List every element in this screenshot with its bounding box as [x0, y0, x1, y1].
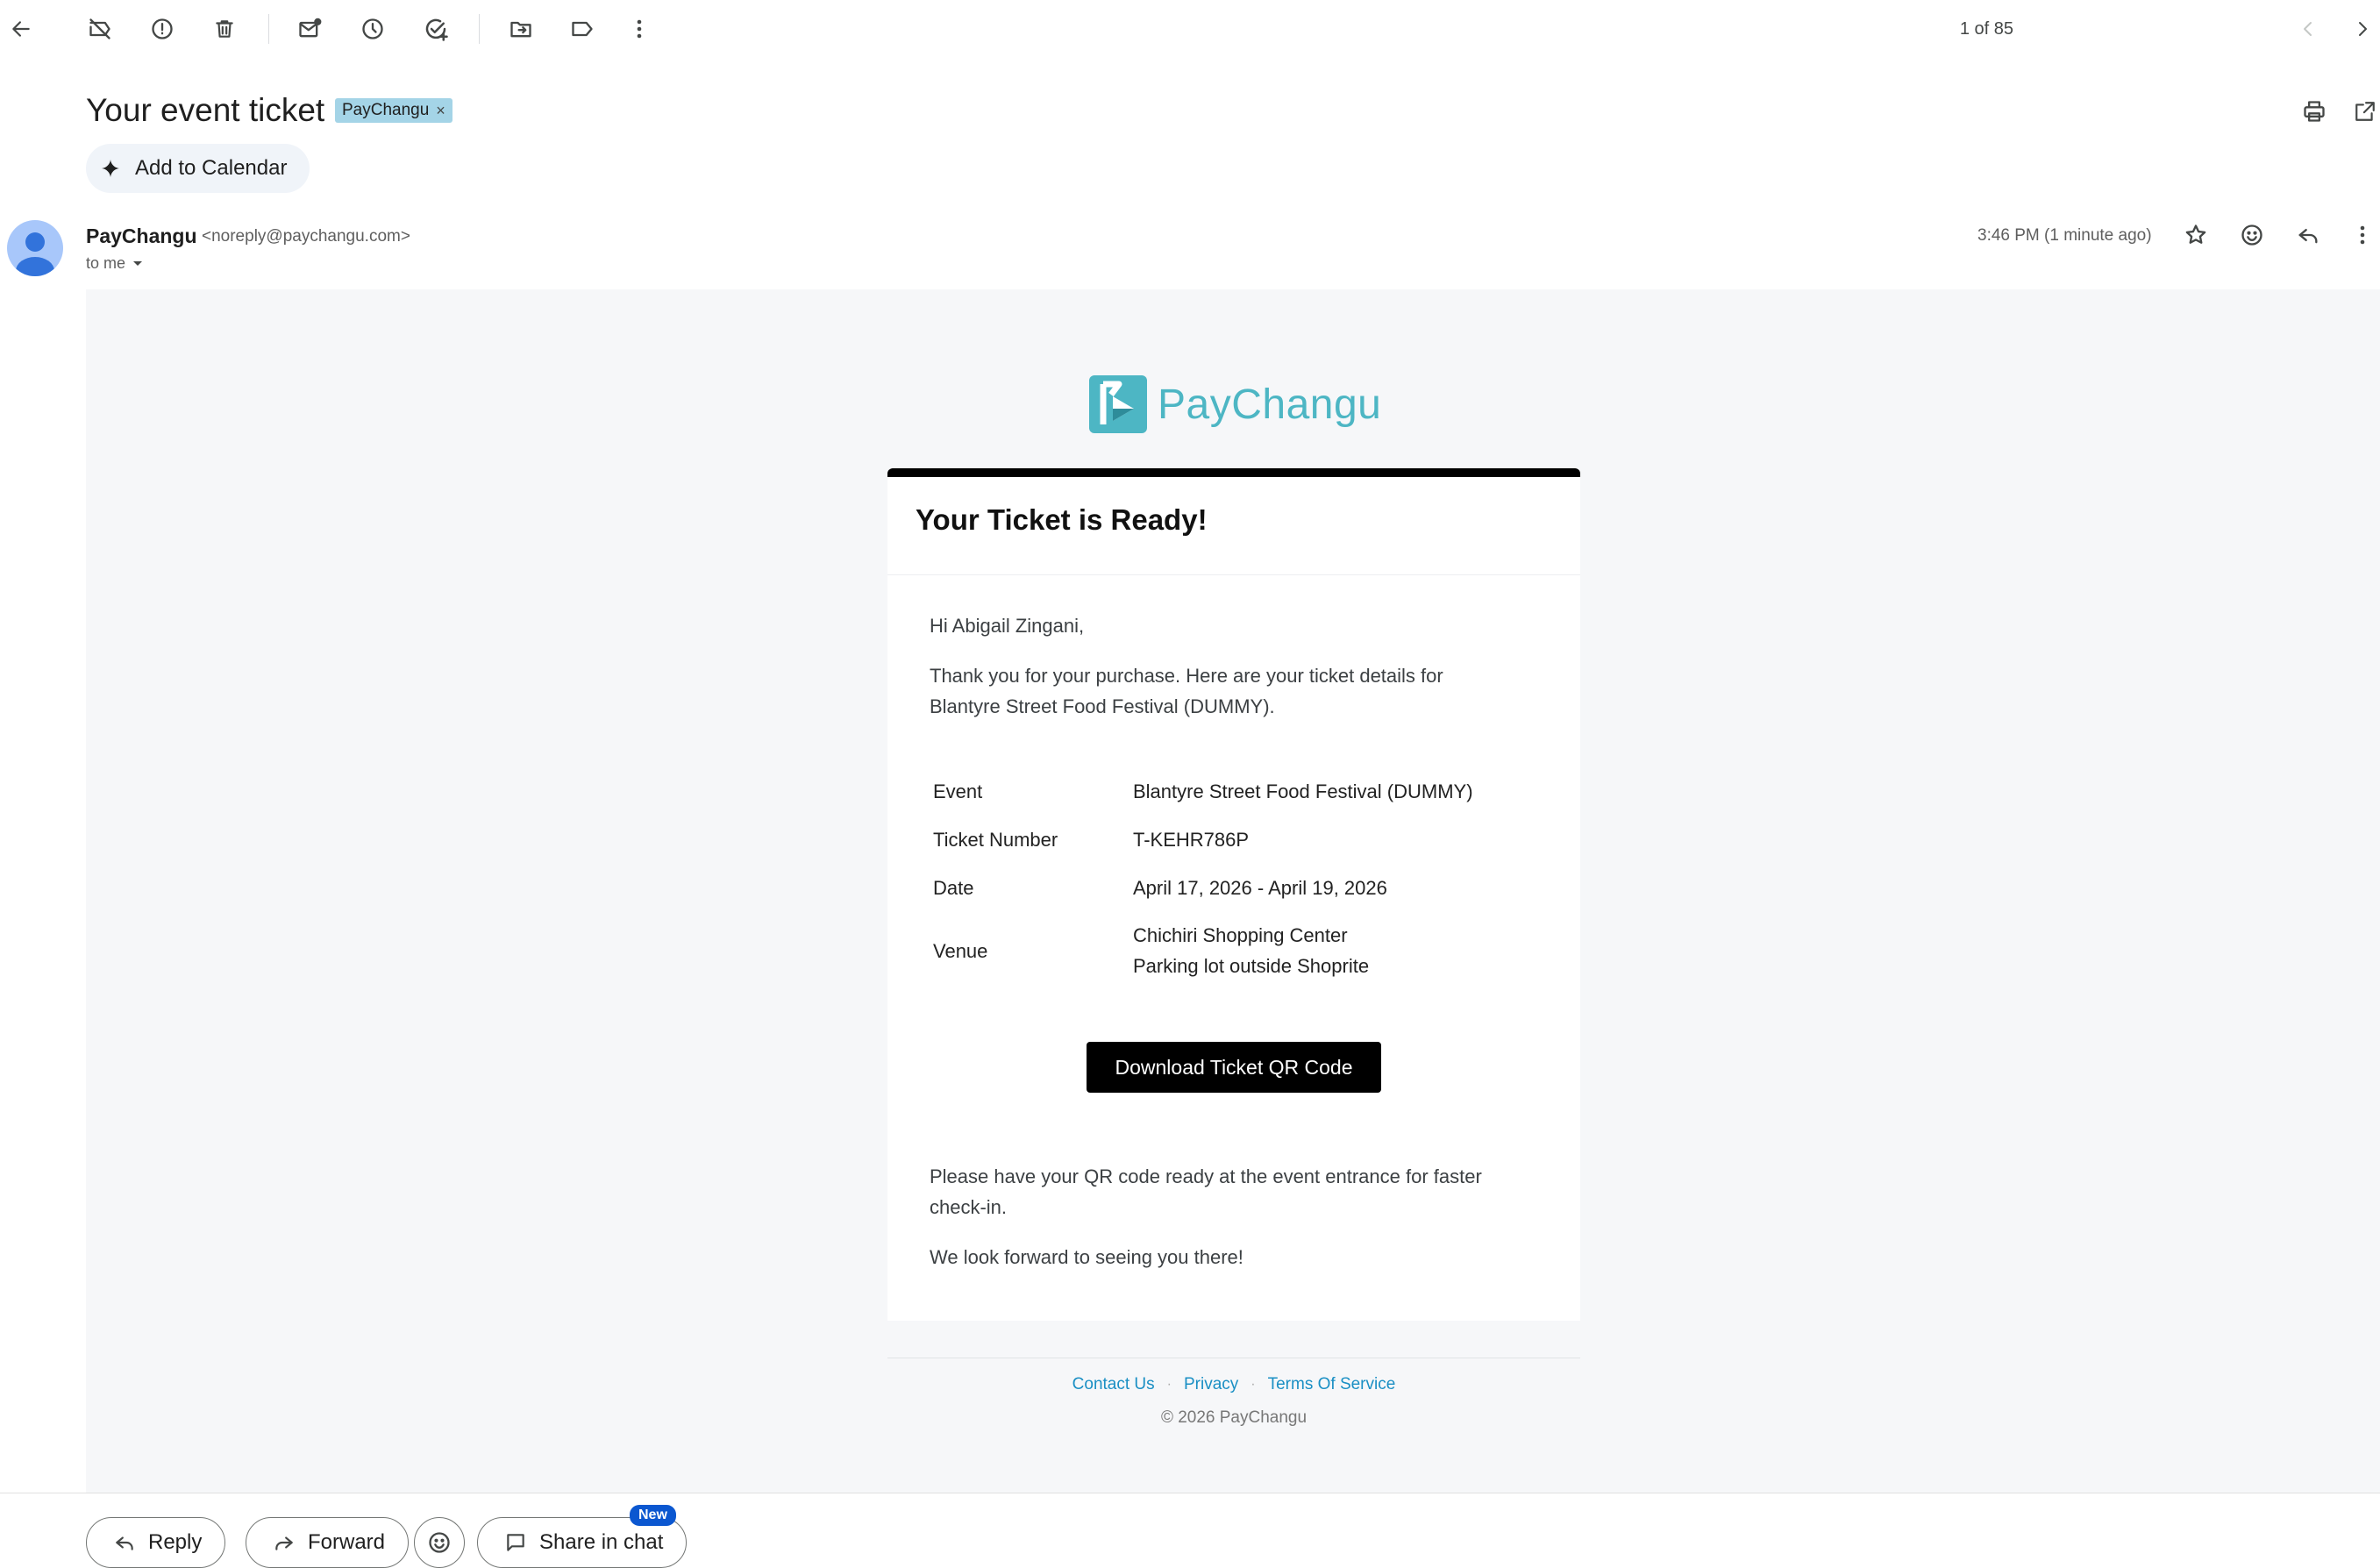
details-value: T-KEHR786P	[1133, 829, 1250, 851]
footer-separator: ·	[1166, 1377, 1172, 1392]
add-to-calendar-label: Add to Calendar	[135, 156, 288, 180]
forward-label: Forward	[308, 1530, 386, 1554]
closing-paragraph-2: We look forward to seeing you there!	[930, 1246, 1243, 1268]
footer-link-contact[interactable]: Contact Us	[1072, 1375, 1155, 1394]
intro-line: Blantyre Street Food Festival (DUMMY).	[930, 695, 1275, 717]
add-to-calendar-button[interactable]: Add to Calendar	[86, 144, 310, 193]
reply-icon	[116, 1536, 133, 1550]
delete-icon[interactable]	[210, 15, 239, 43]
toolbar: 1 of 85	[0, 0, 2380, 58]
print-icon[interactable]	[2299, 96, 2329, 126]
greeting: Hi Abigail Zingani,	[930, 615, 1085, 637]
footer-separator: ·	[1251, 1377, 1256, 1392]
ticket-title: Your Ticket is Ready!	[916, 503, 1208, 536]
venue-line: Chichiri Shopping Center	[1133, 924, 1348, 946]
download-button-wrap: Download Ticket QR Code	[930, 1042, 1538, 1093]
report-spam-off-icon[interactable]	[86, 15, 114, 43]
label-chip-text: PayChangu	[342, 101, 430, 119]
share-in-chat-label: Share in chat	[539, 1530, 664, 1554]
emoji-icon	[429, 1532, 450, 1553]
details-row-event: Event Blantyre Street Food Festival (DUM…	[930, 767, 1538, 816]
closing-line: check-in.	[930, 1196, 1008, 1218]
back-arrow-icon[interactable]	[7, 15, 35, 43]
paychangu-logo-icon	[1089, 375, 1147, 433]
details-value: Blantyre Street Food Festival (DUMMY)	[1133, 780, 1473, 802]
snooze-icon[interactable]	[359, 15, 387, 43]
details-value: April 17, 2026 - April 19, 2026	[1133, 877, 1387, 899]
intro-paragraph: Thank you for your purchase. Here are yo…	[930, 660, 1538, 722]
closing-line: Please have your QR code ready at the ev…	[930, 1165, 1482, 1187]
sender-email: <noreply@paychangu.com>	[202, 227, 410, 246]
recipient-details-toggle[interactable]: to me	[86, 254, 143, 273]
reply-icon[interactable]	[2292, 219, 2324, 251]
email-subject: Your event ticket	[86, 92, 325, 128]
footer-links: Contact Us · Privacy · Terms Of Service	[887, 1375, 1580, 1394]
venue-line: Parking lot outside Shoprite	[1133, 955, 1370, 977]
ticket-card: Your Ticket is Ready! Hi Abigail Zingani…	[887, 468, 1580, 1321]
intro-line: Thank you for your purchase. Here are yo…	[930, 665, 1443, 687]
forward-button[interactable]: Forward	[246, 1517, 410, 1568]
footer-copyright: © 2026 PayChangu	[1160, 1408, 1308, 1427]
star-icon[interactable]	[2180, 219, 2212, 251]
ticket-details-table: Event Blantyre Street Food Festival (DUM…	[930, 767, 1538, 989]
chevron-left-icon[interactable]	[2294, 15, 2322, 43]
brand-name: PayChangu	[1158, 381, 1382, 428]
new-badge: New	[630, 1505, 676, 1526]
recipient-label: to me	[86, 254, 126, 272]
label-chip[interactable]: PayChangu ×	[335, 98, 452, 123]
details-value: Chichiri Shopping Center Parking lot out…	[1133, 920, 1538, 981]
message-timestamp: 3:46 PM (1 minute ago)	[1977, 226, 2152, 245]
move-to-icon[interactable]	[507, 15, 535, 43]
ticket-card-header: Your Ticket is Ready!	[887, 477, 1580, 575]
details-row-venue: Venue Chichiri Shopping Center Parking l…	[930, 912, 1538, 989]
brand-logo: PayChangu	[1089, 375, 1381, 433]
report-icon[interactable]	[148, 15, 176, 43]
footer-link-privacy[interactable]: Privacy	[1184, 1375, 1238, 1394]
chat-icon	[507, 1534, 524, 1551]
details-label: Date	[933, 877, 974, 899]
details-label: Event	[933, 780, 983, 802]
ticket-card-body: Hi Abigail Zingani, Thank you for your p…	[887, 575, 1580, 1308]
toolbar-divider	[479, 14, 480, 44]
details-label: Ticket Number	[933, 829, 1058, 851]
add-task-icon[interactable]	[422, 15, 450, 43]
chevron-right-icon[interactable]	[2348, 15, 2376, 43]
details-row-ticket-number: Ticket Number T-KEHR786P	[930, 816, 1538, 864]
open-in-new-icon[interactable]	[2350, 96, 2380, 126]
mark-unread-icon[interactable]	[296, 15, 324, 43]
emoji-reaction-button[interactable]	[414, 1517, 465, 1568]
reply-label: Reply	[148, 1530, 203, 1554]
closing-paragraph: Please have your QR code ready at the ev…	[930, 1161, 1538, 1222]
sender-name[interactable]: PayChangu	[86, 225, 197, 248]
download-qr-button[interactable]: Download Ticket QR Code	[1087, 1042, 1381, 1093]
more-vert-icon[interactable]	[625, 15, 653, 43]
details-label: Venue	[933, 939, 988, 962]
pager-text: 1 of 85	[1959, 19, 2013, 39]
sparkle-icon	[102, 160, 119, 177]
details-row-date: Date April 17, 2026 - April 19, 2026	[930, 864, 1538, 912]
toolbar-divider	[268, 14, 269, 44]
caret-down-icon	[133, 260, 143, 266]
reply-button[interactable]: Reply	[86, 1517, 226, 1568]
more-vert-icon[interactable]	[2347, 219, 2378, 251]
emoji-icon[interactable]	[2236, 219, 2268, 251]
avatar[interactable]	[7, 220, 63, 276]
forward-icon	[275, 1536, 293, 1550]
label-remove-icon[interactable]: ×	[436, 102, 445, 120]
footer-link-terms[interactable]: Terms Of Service	[1268, 1375, 1396, 1394]
label-icon[interactable]	[568, 15, 596, 43]
